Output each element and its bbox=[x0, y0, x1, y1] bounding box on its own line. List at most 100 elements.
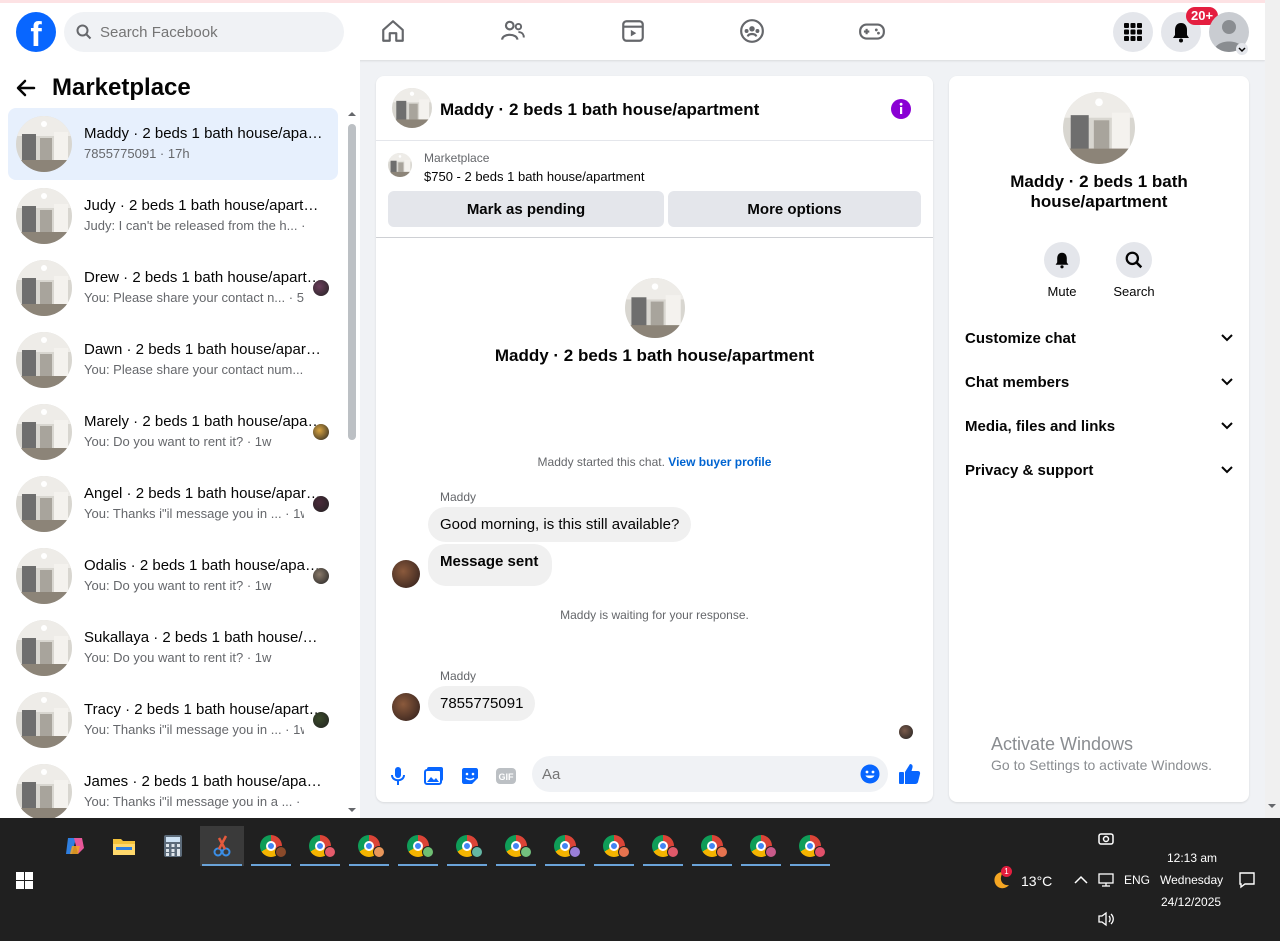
listing-thumbnail bbox=[16, 404, 72, 460]
chrome-browser-icon[interactable] bbox=[543, 826, 587, 866]
chat-list-item[interactable]: Drew · 2 beds 1 bath house/apartment You:… bbox=[8, 252, 338, 324]
photo-icon[interactable] bbox=[422, 764, 446, 788]
snipping-tool-icon[interactable] bbox=[200, 826, 244, 866]
search-button[interactable] bbox=[1116, 242, 1152, 278]
groups-icon[interactable] bbox=[738, 17, 766, 45]
chrome-browser-icon[interactable] bbox=[739, 826, 783, 866]
listing-title[interactable]: $750 - 2 beds 1 bath house/apartment bbox=[424, 169, 644, 184]
clock-day[interactable]: Wednesday bbox=[1160, 873, 1223, 887]
chat-preview: You: Do you want to rent it? · 1w bbox=[84, 578, 272, 593]
video-icon[interactable] bbox=[619, 17, 647, 45]
details-avatar[interactable] bbox=[1063, 92, 1135, 164]
sender-avatar[interactable] bbox=[392, 693, 420, 721]
notification-center-icon[interactable] bbox=[1238, 871, 1256, 889]
search-input[interactable] bbox=[100, 23, 320, 41]
search-icon bbox=[76, 24, 92, 40]
message-input-box[interactable] bbox=[532, 756, 888, 792]
mute-button[interactable] bbox=[1044, 242, 1080, 278]
network-icon[interactable] bbox=[1098, 872, 1114, 888]
chat-list-item[interactable]: Dawn · 2 beds 1 bath house/apartment You:… bbox=[8, 324, 338, 396]
search-action[interactable]: Search bbox=[1104, 242, 1164, 299]
clock-time[interactable]: 12:13 am bbox=[1167, 851, 1217, 865]
chat-list-scrollbar[interactable] bbox=[347, 112, 357, 814]
listing-thumbnail[interactable] bbox=[388, 153, 412, 177]
thumbs-up-icon[interactable] bbox=[898, 762, 922, 786]
message-bubble[interactable]: Good morning, is this still available? bbox=[428, 507, 692, 542]
gaming-icon[interactable] bbox=[858, 17, 886, 45]
chrome-browser-icon[interactable] bbox=[641, 826, 685, 866]
chrome-browser-icon[interactable] bbox=[298, 826, 342, 866]
details-section-customize-chat[interactable]: Customize chat bbox=[957, 316, 1241, 360]
message-bubble[interactable]: 7855775091 bbox=[428, 686, 536, 721]
weather-icon[interactable]: 1 bbox=[989, 866, 1013, 897]
message-input[interactable] bbox=[532, 756, 832, 792]
message-bubble[interactable]: Message sent bbox=[428, 544, 553, 586]
search-box[interactable] bbox=[64, 12, 344, 52]
chrome-browser-icon[interactable] bbox=[445, 826, 489, 866]
file-explorer-icon[interactable] bbox=[102, 826, 146, 866]
chevron-down-icon bbox=[1221, 422, 1233, 430]
clock-date[interactable]: 24/12/2025 bbox=[1161, 895, 1221, 909]
details-section-chat-members[interactable]: Chat members bbox=[957, 360, 1241, 404]
listing-thumbnail bbox=[16, 548, 72, 604]
conversation-title[interactable]: Maddy · 2 beds 1 bath house/apartment bbox=[440, 100, 759, 120]
chrome-browser-icon[interactable] bbox=[249, 826, 293, 866]
temperature[interactable]: 13°C bbox=[1021, 873, 1052, 889]
section-label: Customize chat bbox=[965, 329, 1076, 347]
copilot-icon[interactable] bbox=[53, 826, 97, 866]
grid-icon bbox=[1124, 23, 1142, 41]
chat-preview: You: Do you want to rent it? · 1w bbox=[84, 650, 272, 665]
chrome-browser-icon[interactable] bbox=[396, 826, 440, 866]
calculator-icon[interactable] bbox=[151, 826, 195, 866]
page-title: Marketplace bbox=[52, 74, 191, 101]
chat-list-item[interactable]: Angel · 2 beds 1 bath house/apartment You… bbox=[8, 468, 338, 540]
home-icon[interactable] bbox=[379, 17, 407, 45]
bell-icon bbox=[1055, 252, 1069, 269]
conversation-panel: Maddy · 2 beds 1 bath house/apartment Ma… bbox=[376, 76, 933, 802]
chrome-browser-icon[interactable] bbox=[347, 826, 391, 866]
camera-tray-icon[interactable] bbox=[1098, 831, 1114, 847]
windows-start-icon[interactable] bbox=[16, 872, 33, 889]
mute-action[interactable]: Mute bbox=[1032, 242, 1092, 299]
chevron-down-icon[interactable] bbox=[1236, 43, 1248, 55]
back-arrow-icon[interactable] bbox=[16, 78, 36, 98]
chat-list-item[interactable]: Marely · 2 beds 1 bath house/apartment Yo… bbox=[8, 396, 338, 468]
chrome-browser-icon[interactable] bbox=[690, 826, 734, 866]
more-options-button[interactable]: More options bbox=[668, 191, 921, 227]
volume-icon[interactable] bbox=[1097, 911, 1115, 927]
friends-icon[interactable] bbox=[499, 17, 527, 45]
chrome-browser-icon[interactable] bbox=[494, 826, 538, 866]
chat-list-item[interactable]: Sukallaya · 2 beds 1 bath house/apartmen… bbox=[8, 612, 338, 684]
search-label: Search bbox=[1113, 284, 1155, 299]
chat-name: Odalis · 2 beds 1 bath house/apartment bbox=[84, 557, 324, 574]
mute-label: Mute bbox=[1047, 284, 1077, 299]
chrome-browser-icon[interactable] bbox=[592, 826, 636, 866]
details-section-media-files-and-links[interactable]: Media, files and links bbox=[957, 404, 1241, 448]
sticker-icon[interactable] bbox=[458, 764, 482, 788]
microphone-icon[interactable] bbox=[386, 764, 410, 788]
chat-list-item[interactable]: Tracy · 2 beds 1 bath house/apartment You… bbox=[8, 684, 338, 756]
details-section-privacy-support[interactable]: Privacy & support bbox=[957, 448, 1241, 492]
info-icon[interactable] bbox=[890, 98, 912, 120]
language-indicator[interactable]: ENG bbox=[1124, 873, 1150, 887]
chat-list-item[interactable]: Judy · 2 beds 1 bath house/apartment Judy… bbox=[8, 180, 338, 252]
chat-list-item[interactable]: Maddy · 2 beds 1 bath house/apartment 785… bbox=[8, 108, 338, 180]
facebook-logo[interactable]: f bbox=[16, 12, 56, 52]
mark-as-pending-button[interactable]: Mark as pending bbox=[388, 191, 664, 227]
conversation-avatar[interactable] bbox=[392, 88, 432, 128]
view-buyer-profile-link[interactable]: View buyer profile bbox=[668, 455, 771, 469]
marketplace-header: Marketplace bbox=[16, 74, 191, 102]
section-label: Privacy & support bbox=[965, 461, 1094, 479]
chat-name: Sukallaya · 2 beds 1 bath house/apartmen… bbox=[84, 629, 324, 646]
chat-list-item[interactable]: Odalis · 2 beds 1 bath house/apartment Yo… bbox=[8, 540, 338, 612]
chevron-up-icon[interactable] bbox=[1074, 875, 1088, 885]
participant-avatar bbox=[313, 568, 329, 584]
sender-avatar[interactable] bbox=[392, 560, 420, 588]
chrome-browser-icon[interactable] bbox=[788, 826, 832, 866]
chevron-down-icon bbox=[1221, 466, 1233, 474]
menu-grid-button[interactable] bbox=[1113, 12, 1153, 52]
gif-icon[interactable]: GIF bbox=[494, 764, 518, 788]
chat-preview: 7855775091 · 17h bbox=[84, 146, 190, 161]
window-scrollbar[interactable] bbox=[1265, 0, 1280, 818]
emoji-icon[interactable] bbox=[860, 764, 880, 784]
